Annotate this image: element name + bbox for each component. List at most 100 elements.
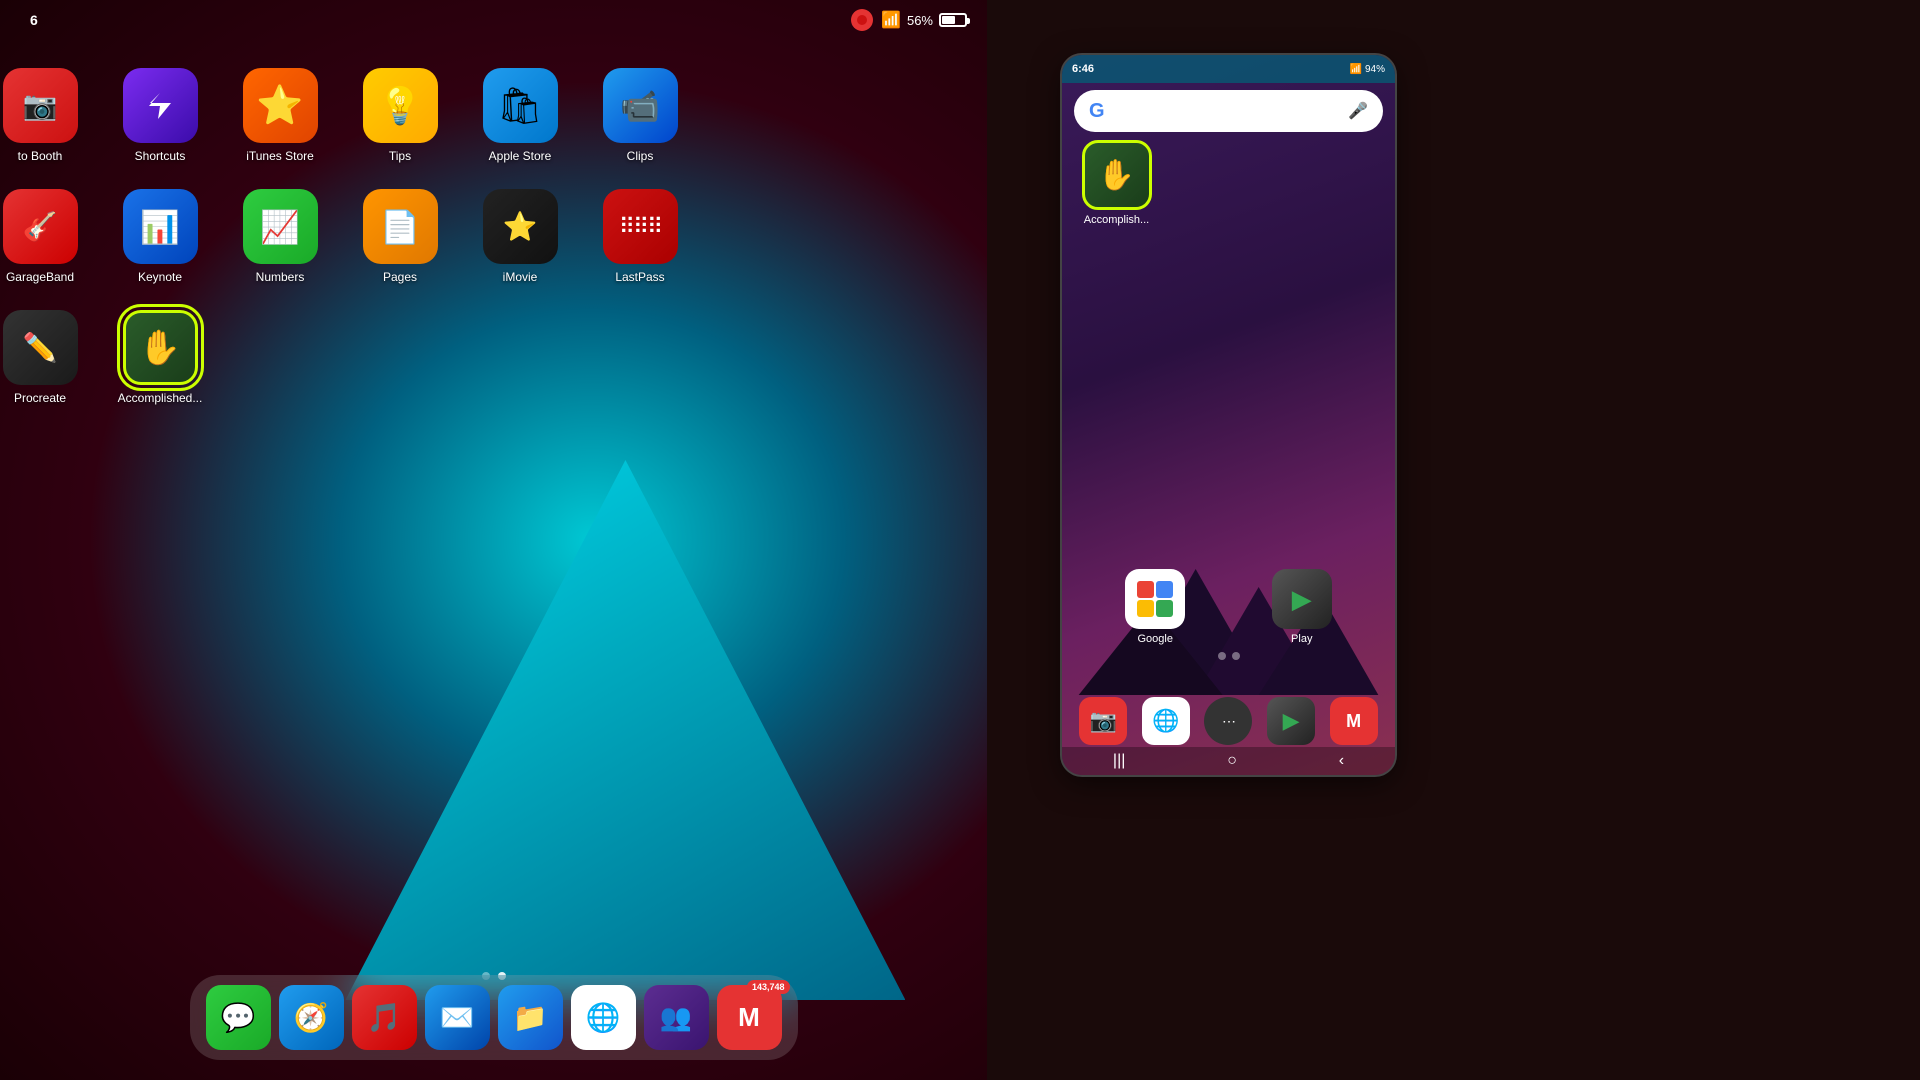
- android-dock-camera[interactable]: 📷: [1079, 697, 1127, 745]
- google-app-label: Google: [1138, 633, 1173, 645]
- ipad-time: 6: [30, 12, 38, 28]
- dock-files[interactable]: 📁: [498, 985, 563, 1050]
- camera-icon: 📷: [1090, 708, 1117, 734]
- dock-chrome[interactable]: 🌐: [571, 985, 636, 1050]
- mic-icon[interactable]: 🎤: [1348, 101, 1368, 121]
- android-recents-button[interactable]: |||: [1113, 752, 1125, 770]
- numbers-label: Numbers: [256, 270, 305, 284]
- gmail-icon: M: [738, 1002, 760, 1033]
- wifi-icon: 📶: [881, 10, 901, 30]
- imovie-label: iMovie: [503, 270, 538, 284]
- android-screen: 6:46 📶 94% G 🎤 ✋ Accomplish...: [1062, 55, 1395, 775]
- dock-gmail[interactable]: M 143,748: [717, 985, 782, 1050]
- pages-label: Pages: [383, 270, 417, 284]
- battery-icon: [939, 13, 967, 27]
- garageband-icon: 🎸: [3, 189, 78, 264]
- photo-booth-label: to Booth: [18, 149, 63, 163]
- google-g-logo: G: [1089, 100, 1105, 123]
- android-battery: 94%: [1365, 64, 1385, 75]
- launcher-icon: ⋯: [1222, 713, 1235, 730]
- app-clips[interactable]: 📹 Clips: [580, 60, 700, 171]
- dock-music[interactable]: 🎵: [352, 985, 417, 1050]
- messages-icon: 💬: [221, 1001, 256, 1034]
- app-apple-store[interactable]: 🛍 Apple Store: [460, 60, 580, 171]
- procreate-label: Procreate: [14, 391, 66, 405]
- android-home-button[interactable]: ○: [1227, 752, 1237, 770]
- dock-mail[interactable]: ✉️: [425, 985, 490, 1050]
- android-dock: 📷 🌐 ⋯ ▶ M: [1062, 697, 1395, 745]
- garageband-label: GarageBand: [6, 270, 74, 284]
- apple-store-label: Apple Store: [489, 149, 552, 163]
- itunes-label: iTunes Store: [246, 149, 314, 163]
- app-keynote[interactable]: 📊 Keynote: [100, 181, 220, 292]
- dock-messages[interactable]: 💬: [206, 985, 271, 1050]
- android-accomplished-app[interactable]: ✋ Accomplish...: [1074, 140, 1159, 226]
- ipad-status-bar: 6 📶 56%: [0, 0, 987, 40]
- android-time: 6:46: [1072, 63, 1094, 75]
- app-procreate[interactable]: ✏️ Procreate: [0, 302, 100, 413]
- ipad-screen: 6 📶 56% 📷 to Booth Shortcuts: [0, 0, 987, 1080]
- android-google-app[interactable]: Google: [1125, 569, 1185, 645]
- app-imovie[interactable]: ⭐ iMovie: [460, 181, 580, 292]
- android-status-icons: 📶 94%: [1350, 64, 1385, 75]
- play-app-icon: ▶: [1272, 569, 1332, 629]
- dock-teams[interactable]: 👥: [644, 985, 709, 1050]
- safari-icon: 🧭: [294, 1001, 329, 1034]
- battery-percent: 56%: [907, 13, 933, 28]
- android-app-area: ✋ Accomplish...: [1074, 140, 1159, 226]
- lastpass-icon: ⠿⠿⠿: [603, 189, 678, 264]
- imovie-icon: ⭐: [483, 189, 558, 264]
- status-dot: [851, 9, 873, 31]
- android-dock-chrome[interactable]: 🌐: [1142, 697, 1190, 745]
- music-icon: 🎵: [367, 1001, 402, 1034]
- android-play-app[interactable]: ▶ Play: [1272, 569, 1332, 645]
- lastpass-label: LastPass: [615, 270, 664, 284]
- tips-label: Tips: [389, 149, 411, 163]
- right-panel: 6:46 📶 94% G 🎤 ✋ Accomplish...: [987, 0, 1920, 1080]
- app-row-1: 📷 to Booth Shortcuts ⭐ iTunes Store: [20, 60, 967, 171]
- android-back-button[interactable]: ‹: [1339, 752, 1344, 770]
- chrome-icon: 🌐: [586, 1001, 621, 1034]
- app-itunes[interactable]: ⭐ iTunes Store: [220, 60, 340, 171]
- android-search-bar[interactable]: G 🎤: [1074, 90, 1383, 132]
- android-dock-launcher[interactable]: ⋯: [1204, 697, 1252, 745]
- dock-safari[interactable]: 🧭: [279, 985, 344, 1050]
- android-dock-play[interactable]: ▶: [1267, 697, 1315, 745]
- procreate-icon: ✏️: [3, 310, 78, 385]
- gmail-badge: 143,748: [747, 980, 790, 994]
- app-shortcuts[interactable]: Shortcuts: [100, 60, 220, 171]
- app-row-2: 🎸 GarageBand 📊 Keynote 📈 Numbers: [20, 181, 967, 292]
- app-lastpass[interactable]: ⠿⠿⠿ LastPass: [580, 181, 700, 292]
- tips-icon: 💡: [363, 68, 438, 143]
- photo-booth-icon: 📷: [3, 68, 78, 143]
- keynote-label: Keynote: [138, 270, 182, 284]
- android-dot-2[interactable]: [1232, 652, 1240, 660]
- ipad-dock: 💬 🧭 🎵 ✉️ 📁 🌐 👥 M 143,748: [190, 975, 798, 1060]
- play-store-icon: ▶: [1283, 708, 1300, 734]
- google-app-icon: [1125, 569, 1185, 629]
- clips-icon: 📹: [603, 68, 678, 143]
- pages-icon: 📄: [363, 189, 438, 264]
- app-pages[interactable]: 📄 Pages: [340, 181, 460, 292]
- chrome-icon: 🌐: [1152, 708, 1179, 734]
- app-tips[interactable]: 💡 Tips: [340, 60, 460, 171]
- accomplished-icon: ✋: [123, 310, 198, 385]
- app-garageband[interactable]: 🎸 GarageBand: [0, 181, 100, 292]
- teams-icon: 👥: [660, 1002, 692, 1033]
- app-row-3: ✏️ Procreate ✋ Accomplished...: [20, 302, 967, 413]
- ipad-app-grid: 📷 to Booth Shortcuts ⭐ iTunes Store: [0, 50, 987, 433]
- android-page-indicator: [1218, 652, 1240, 660]
- shortcuts-label: Shortcuts: [135, 149, 186, 163]
- app-photo-booth[interactable]: 📷 to Booth: [0, 60, 100, 171]
- android-accomplished-icon: ✋: [1082, 140, 1152, 210]
- android-dot-1[interactable]: [1218, 652, 1226, 660]
- app-numbers[interactable]: 📈 Numbers: [220, 181, 340, 292]
- shortcuts-icon: [123, 68, 198, 143]
- apple-store-icon: 🛍: [483, 68, 558, 143]
- files-icon: 📁: [513, 1001, 548, 1034]
- mail-icon: ✉️: [440, 1001, 475, 1034]
- android-dock-gmail[interactable]: M: [1330, 697, 1378, 745]
- app-accomplished[interactable]: ✋ Accomplished...: [100, 302, 220, 413]
- android-nav-bar: ||| ○ ‹: [1062, 747, 1395, 775]
- play-app-label: Play: [1291, 633, 1312, 645]
